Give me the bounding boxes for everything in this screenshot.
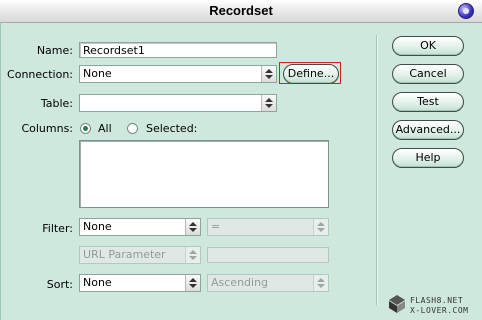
recordset-dialog: Recordset Name: Recordset1 Connection: N… [0, 0, 482, 320]
test-button[interactable]: Test [392, 92, 464, 112]
columns-label: Columns: [21, 122, 73, 135]
help-button[interactable]: Help [392, 148, 464, 168]
columns-all-radio[interactable] [80, 123, 91, 134]
filter-column-select[interactable]: None [79, 218, 201, 236]
filter-param-select[interactable]: URL Parameter [79, 246, 201, 264]
watermark-logo-icon [389, 295, 405, 313]
filter-operator-value: = [211, 220, 221, 233]
sort-column-select[interactable]: None [79, 274, 201, 292]
filter-operator-select[interactable]: = [207, 218, 329, 236]
ok-button[interactable]: OK [392, 36, 464, 56]
filter-param-input[interactable] [207, 247, 329, 263]
watermark-line2: X-LOVER.COM [410, 306, 469, 315]
filter-value: None [83, 220, 112, 233]
updown-arrow-icon [313, 219, 328, 235]
name-input[interactable]: Recordset1 [79, 42, 277, 58]
close-icon[interactable] [458, 3, 474, 19]
define-button-highlight: Define... [279, 62, 341, 84]
cancel-button[interactable]: Cancel [392, 64, 464, 84]
updown-arrow-icon [313, 275, 328, 291]
name-label: Name: [36, 44, 73, 57]
window-title: Recordset [209, 3, 273, 18]
define-button[interactable]: Define... [283, 64, 339, 84]
sort-order-value: Ascending [211, 276, 269, 289]
columns-selected-radio[interactable] [127, 123, 138, 134]
sort-value: None [83, 276, 112, 289]
columns-selected-label: Selected: [146, 122, 198, 135]
updown-arrow-icon [185, 247, 200, 263]
updown-arrow-icon [261, 95, 276, 111]
connection-value: None [83, 67, 112, 80]
table-select[interactable] [79, 94, 277, 112]
sort-label: Sort: [46, 278, 73, 291]
watermark-line1: FLASH8.NET [410, 296, 464, 305]
table-label: Table: [40, 97, 73, 110]
updown-arrow-icon [185, 275, 200, 291]
connection-label: Connection: [7, 68, 73, 81]
filter-param-value: URL Parameter [83, 248, 166, 261]
columns-all-label: All [98, 122, 112, 135]
connection-select[interactable]: None [79, 65, 277, 83]
advanced-button[interactable]: Advanced... [392, 120, 464, 140]
sort-order-select[interactable]: Ascending [207, 274, 329, 292]
vertical-divider [376, 35, 377, 305]
columns-listbox[interactable] [79, 140, 329, 208]
watermark: FLASH8.NET X-LOVER.COM [388, 294, 482, 320]
updown-arrow-icon [185, 219, 200, 235]
filter-label: Filter: [42, 222, 73, 235]
title-bar: Recordset [0, 0, 482, 23]
updown-arrow-icon [261, 66, 276, 82]
